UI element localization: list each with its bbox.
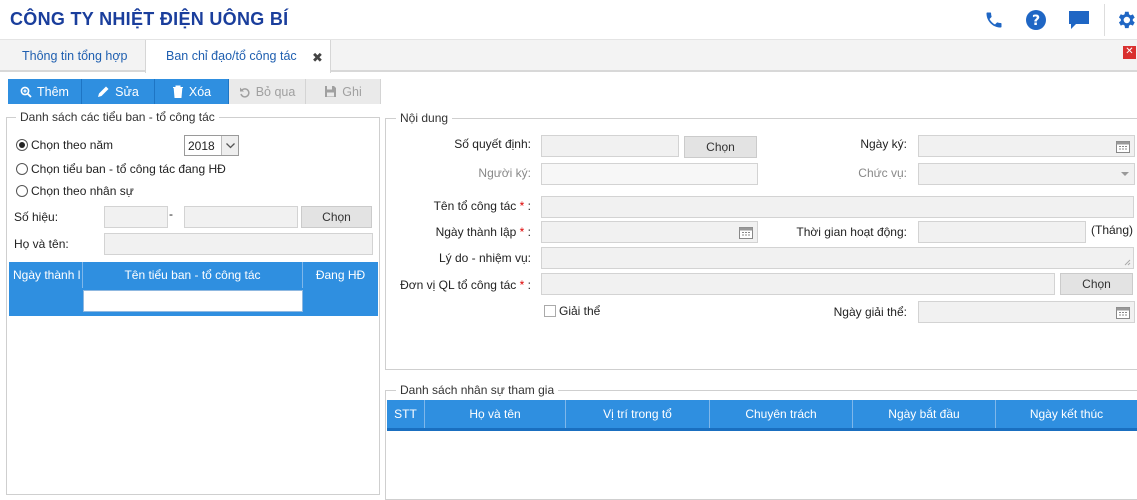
so-hieu-label: Số hiệu: <box>14 210 59 224</box>
grid-header-vi-tri[interactable]: Vị trí trong tổ <box>566 400 710 428</box>
chat-icon[interactable] <box>1065 6 1093 34</box>
ten-to-cong-tac-label: Tên tổ công tác * : <box>400 199 531 213</box>
ngay-ky-input[interactable] <box>918 135 1135 157</box>
add-button-label: Thêm <box>37 84 69 99</box>
tab-thong-tin-tong-hop[interactable]: Thông tin tổng hợp <box>10 40 140 72</box>
ngay-thanh-lap-text: Ngày thành lập <box>435 225 517 239</box>
svg-text:?: ? <box>1032 13 1040 29</box>
noi-dung-legend: Nội dung <box>396 111 453 125</box>
grid-header-stt[interactable]: STT <box>387 400 425 428</box>
save-button[interactable]: Ghi <box>306 79 381 104</box>
grid-header-dang-hd[interactable]: Đang HĐ <box>303 262 378 288</box>
required-mark: * <box>519 278 525 292</box>
ho-ten-label: Họ và tên: <box>14 237 69 251</box>
so-hieu-dash: - <box>169 207 173 221</box>
resize-handle-icon[interactable] <box>1124 259 1131 266</box>
filter-group-legend: Danh sách các tiểu ban - tổ công tác <box>16 110 219 124</box>
edit-button-label: Sửa <box>115 84 139 99</box>
radio-chon-theo-nam-label: Chọn theo năm <box>31 138 114 152</box>
ly-do-nhiem-vu-label: Lý do - nhiệm vụ: <box>438 251 531 265</box>
gear-icon[interactable] <box>1112 6 1137 34</box>
giai-the-label: Giải thể <box>559 304 601 318</box>
so-hieu-to-input[interactable] <box>184 206 298 228</box>
calendar-icon[interactable] <box>1116 140 1130 153</box>
grid-header-ngay-bat-dau[interactable]: Ngày bắt đầu <box>853 400 996 428</box>
ten-to-cong-tac-text: Tên tổ công tác <box>433 199 517 213</box>
chon-don-vi-button[interactable]: Chọn <box>1060 273 1133 295</box>
grid-header-ngay-thanh-lap[interactable]: Ngày thành l <box>9 262 83 288</box>
window-close-icon[interactable]: ✕ <box>1123 46 1136 59</box>
colon: : <box>527 278 531 292</box>
radio-chon-nhan-su-label: Chọn theo nhân sự <box>31 184 134 198</box>
grid-header-ten-tieu-ban[interactable]: Tên tiểu ban - tổ công tác <box>83 262 303 288</box>
ten-to-cong-tac-input[interactable] <box>541 196 1134 218</box>
so-quyet-dinh-label: Số quyết định: <box>454 137 531 151</box>
tab-ban-chi-dao-label: Ban chỉ đạo/tổ công tác <box>166 49 297 63</box>
radio-chon-theo-nam[interactable] <box>16 139 28 151</box>
chon-quyet-dinh-button[interactable]: Chọn <box>684 136 757 158</box>
calendar-icon[interactable] <box>1116 306 1130 319</box>
ly-do-nhiem-vu-textarea[interactable] <box>541 247 1134 269</box>
chevron-down-icon <box>1121 172 1129 176</box>
chon-so-hieu-button[interactable]: Chọn <box>301 206 372 228</box>
edit-button[interactable]: Sửa <box>82 79 155 104</box>
help-icon[interactable]: ? <box>1022 6 1050 34</box>
tab-close-icon[interactable]: ✖ <box>312 50 323 66</box>
so-hieu-from-input[interactable] <box>104 206 168 228</box>
phone-icon[interactable] <box>980 6 1008 34</box>
grid-header-ngay-ket-thuc[interactable]: Ngày kết thúc <box>996 400 1137 428</box>
nguoi-ky-input[interactable] <box>541 163 758 185</box>
header-divider <box>1104 4 1105 36</box>
don-vi-ql-label: Đơn vị QL tổ công tác * : <box>398 278 531 292</box>
ho-ten-input[interactable] <box>104 233 373 255</box>
undo-icon <box>239 87 250 98</box>
giai-the-checkbox[interactable] <box>544 305 556 317</box>
search-plus-icon <box>20 86 32 98</box>
delete-button-label: Xóa <box>188 84 212 99</box>
add-button[interactable]: Thêm <box>8 79 82 104</box>
tab-ban-chi-dao[interactable]: Ban chỉ đạo/tổ công tác <box>145 40 331 73</box>
year-select-value: 2018 <box>188 139 215 153</box>
grid-header-ho-ten[interactable]: Họ và tên <box>425 400 566 428</box>
so-quyet-dinh-input[interactable] <box>541 135 679 157</box>
ngay-ky-label: Ngày ký: <box>860 137 907 151</box>
colon: : <box>527 199 531 213</box>
tieu-ban-grid: Ngày thành l Tên tiểu ban - tổ công tác … <box>9 262 378 316</box>
radio-chon-tieu-ban-label: Chọn tiểu ban - tổ công tác đang HĐ <box>31 162 226 176</box>
don-vi-ql-input[interactable] <box>541 273 1055 295</box>
required-mark: * <box>519 199 525 213</box>
required-mark: * <box>519 225 525 239</box>
app-title: CÔNG TY NHIỆT ĐIỆN UÔNG BÍ <box>10 9 289 29</box>
radio-chon-nhan-su[interactable] <box>16 185 28 197</box>
nguoi-ky-label: Người ký: <box>478 166 531 180</box>
thang-unit-label: (Tháng) <box>1091 223 1134 237</box>
year-select[interactable]: 2018 <box>184 135 239 156</box>
cancel-button[interactable]: Bỏ qua <box>229 79 306 104</box>
ngay-giai-the-input[interactable] <box>918 301 1135 323</box>
save-icon <box>325 86 337 97</box>
don-vi-ql-text: Đơn vị QL tổ công tác <box>400 278 517 292</box>
ngay-thanh-lap-input[interactable] <box>541 221 758 243</box>
calendar-icon[interactable] <box>739 226 753 239</box>
chevron-down-icon <box>221 136 238 155</box>
trash-icon <box>172 85 183 98</box>
ngay-thanh-lap-label: Ngày thành lập * : <box>400 225 531 239</box>
nhan-su-legend: Danh sách nhân sự tham gia <box>396 383 559 397</box>
radio-chon-tieu-ban[interactable] <box>16 163 28 175</box>
cancel-button-label: Bỏ qua <box>255 84 296 99</box>
colon: : <box>527 225 531 239</box>
chuc-vu-select[interactable] <box>918 163 1135 185</box>
delete-button[interactable]: Xóa <box>155 79 229 104</box>
chuc-vu-label: Chức vụ: <box>858 166 907 180</box>
save-button-label: Ghi <box>342 84 362 99</box>
thoi-gian-hoat-dong-input[interactable] <box>918 221 1086 243</box>
pencil-icon <box>98 86 109 97</box>
nhan-su-grid-header: STT Họ và tên Vị trí trong tổ Chuyên trá… <box>387 400 1137 431</box>
thoi-gian-hoat-dong-label: Thời gian hoạt động: <box>796 225 907 239</box>
app-header: CÔNG TY NHIỆT ĐIỆN UÔNG BÍ ? <box>0 0 1137 40</box>
grid-filter-input[interactable] <box>83 290 303 312</box>
ngay-giai-the-label: Ngày giải thể: <box>833 305 907 319</box>
tab-bar: Thông tin tổng hợp Ban chỉ đạo/tổ công t… <box>0 40 1137 73</box>
grid-header-chuyen-trach[interactable]: Chuyên trách <box>710 400 853 428</box>
